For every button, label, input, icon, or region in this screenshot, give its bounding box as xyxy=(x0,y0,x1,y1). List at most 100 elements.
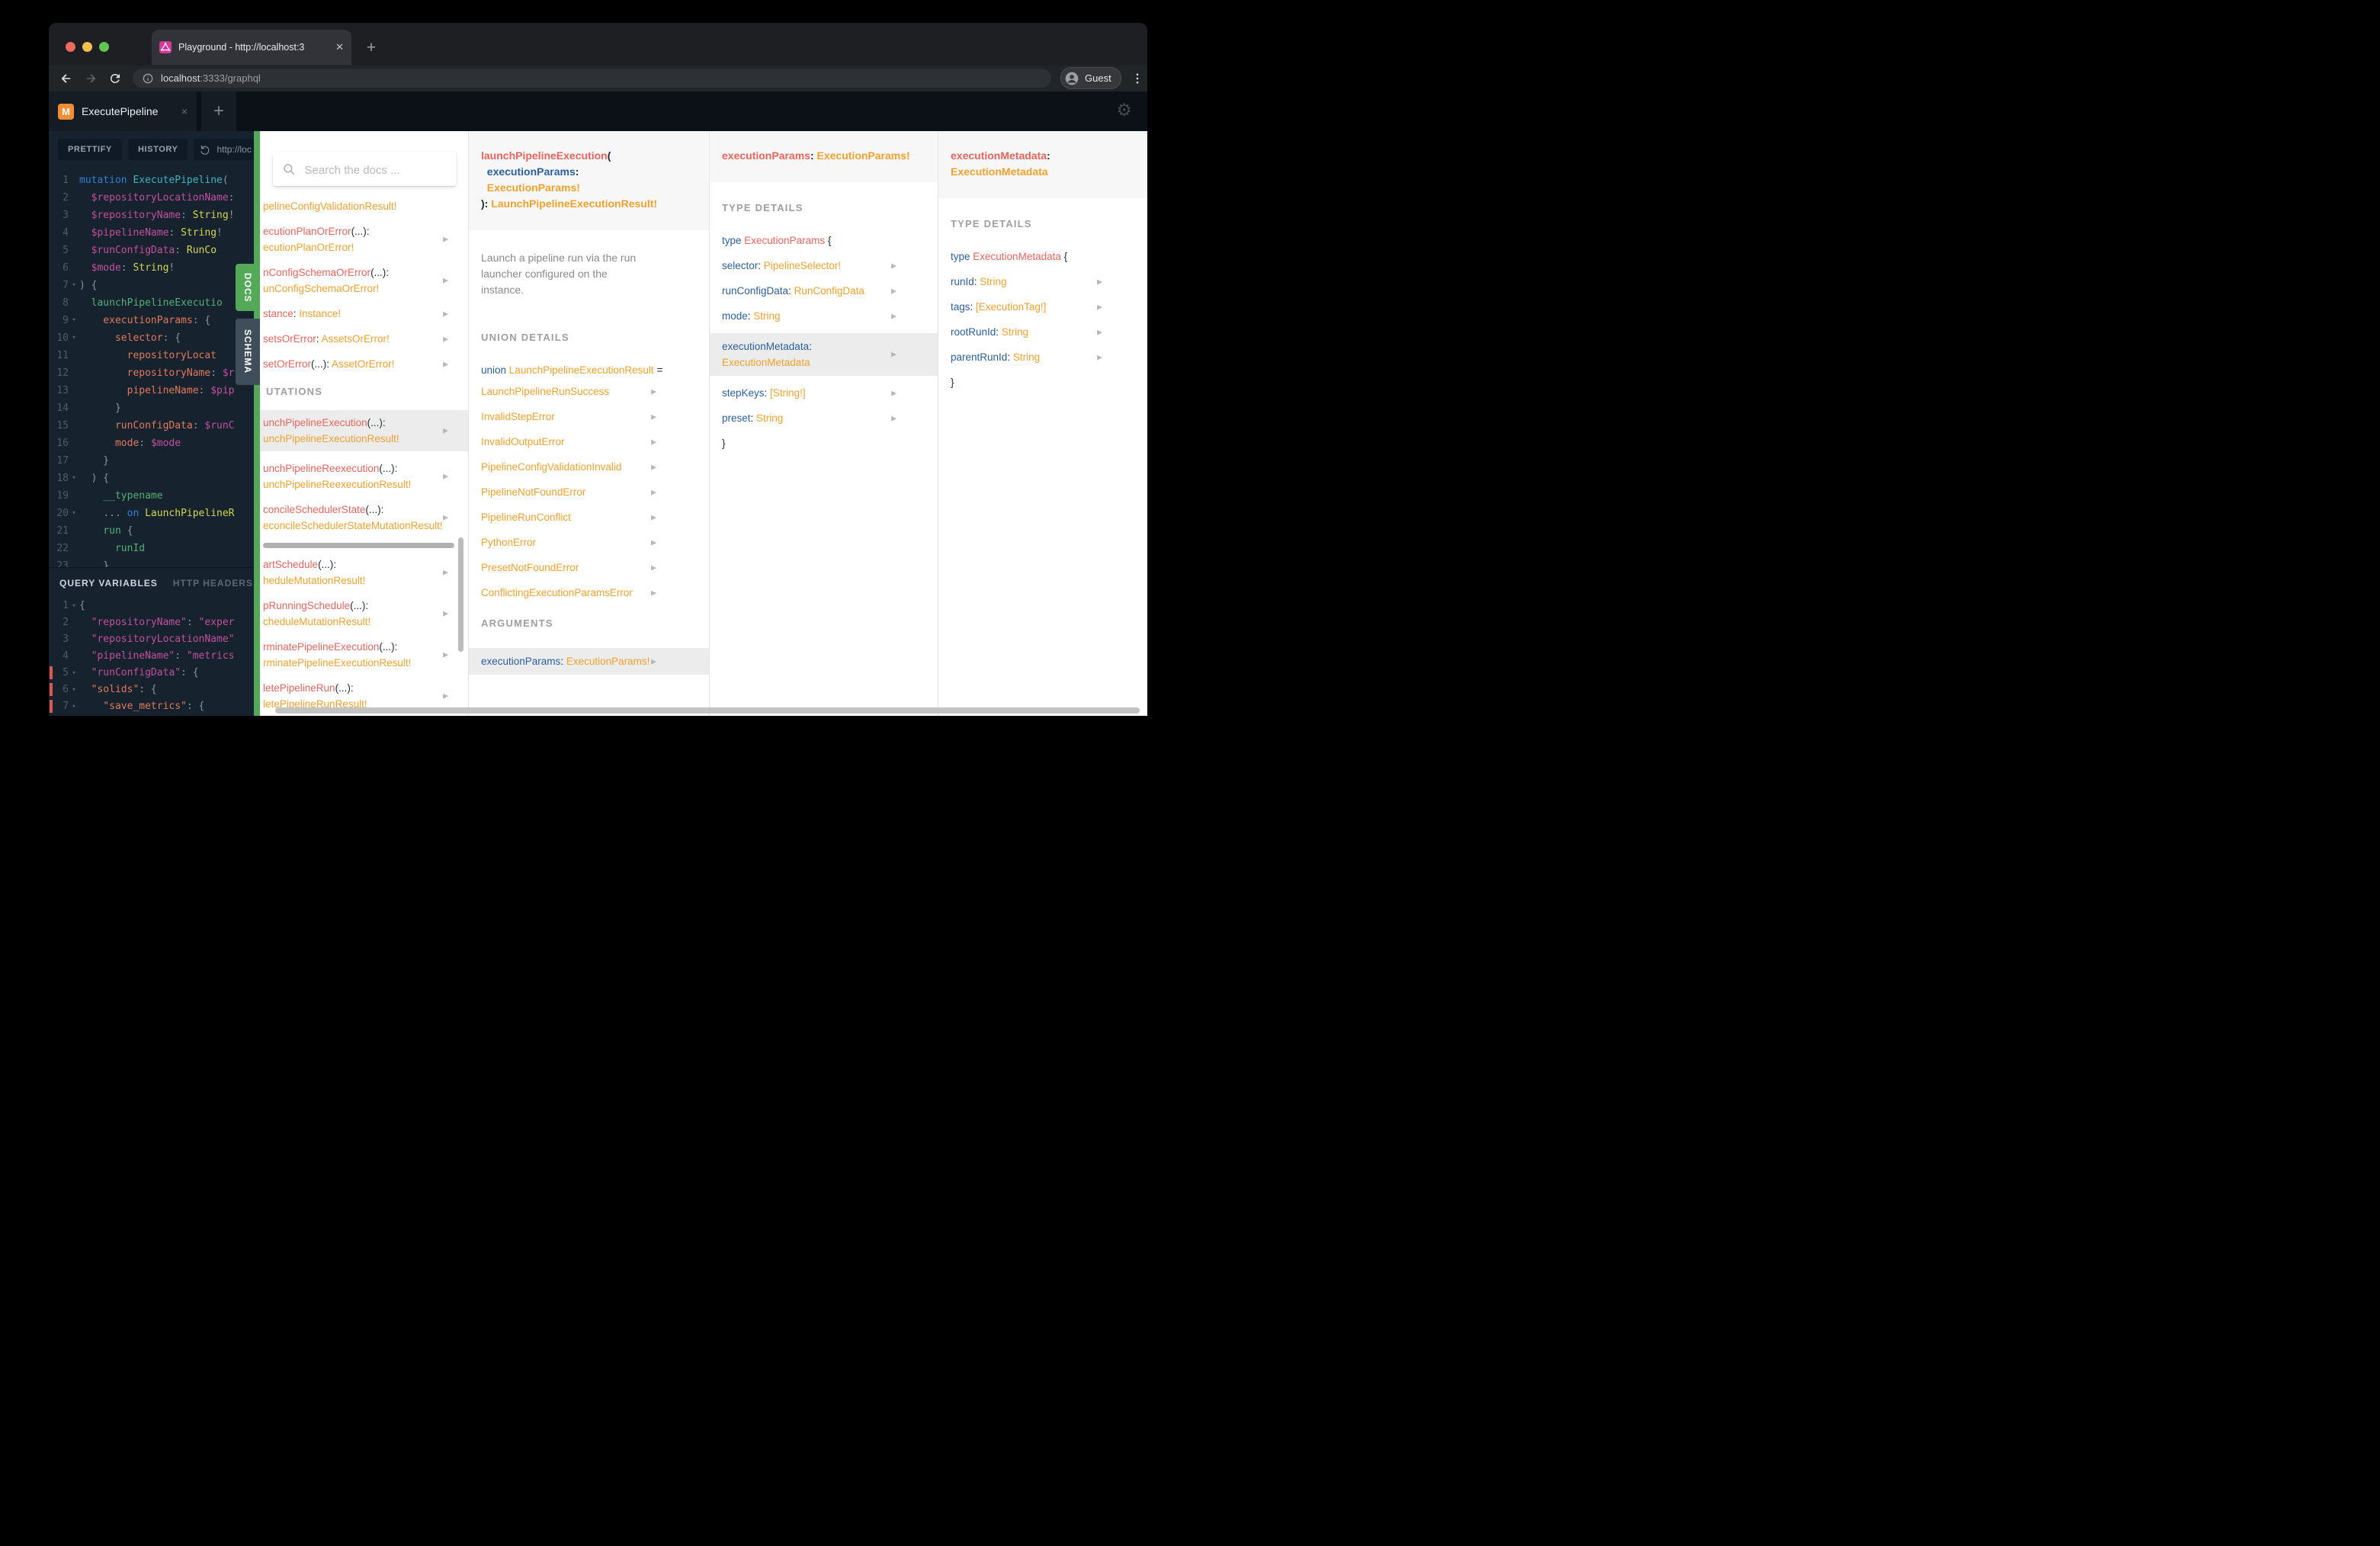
doc-item[interactable]: PresetNotFoundError ▶ xyxy=(469,560,710,576)
prettify-button[interactable]: PRETTIFY xyxy=(58,139,122,160)
expand-arrow-icon[interactable]: ▶ xyxy=(443,236,448,244)
doc-item[interactable]: ConflictingExecutionParamsError ▶ xyxy=(469,585,710,601)
schema-side-tab[interactable]: SCHEMA xyxy=(236,319,260,385)
expand-arrow-icon[interactable]: ▶ xyxy=(443,651,448,659)
code-line[interactable]: 9 ▾ executionParams: { xyxy=(49,312,254,329)
code-line[interactable]: 3 $repositoryName: String! xyxy=(49,207,254,224)
query-code[interactable]: 1 mutation ExecutePipeline(2 $repositoryL… xyxy=(49,172,254,575)
code-line[interactable]: 5 $runConfigData: RunCo xyxy=(49,242,254,259)
code-line[interactable]: 17 } xyxy=(49,452,254,470)
expand-arrow-icon[interactable]: ▶ xyxy=(443,277,448,285)
fold-arrow-icon[interactable]: ▾ xyxy=(69,470,79,487)
code-line[interactable]: 2 $repositoryLocationName: xyxy=(49,189,254,207)
fold-arrow-icon[interactable]: ▾ xyxy=(69,682,79,698)
expand-arrow-icon[interactable]: ▶ xyxy=(651,438,656,446)
doc-item[interactable]: stepKeys: [String!] ▶ xyxy=(710,385,938,401)
doc-item[interactable]: InvalidOutputError ▶ xyxy=(469,434,710,450)
doc-item[interactable]: pelineConfigValidationResult! xyxy=(263,198,468,214)
fold-arrow-icon[interactable]: ▾ xyxy=(69,312,79,329)
expand-arrow-icon[interactable]: ▶ xyxy=(651,538,656,547)
docs-search-input[interactable] xyxy=(303,152,451,188)
doc-item[interactable]: concileSchedulerState(...): econcileSched… xyxy=(263,502,468,534)
doc-item[interactable]: mode: String ▶ xyxy=(710,308,938,324)
doc-item[interactable]: rminatePipelineExecution(...): rminatePip… xyxy=(263,639,468,671)
doc-item[interactable]: executionParams: ExecutionParams! ▶ xyxy=(469,648,710,675)
close-window-button[interactable] xyxy=(66,42,75,52)
doc-item[interactable]: unchPipelineReexecution(...): unchPipelin… xyxy=(263,460,468,492)
expand-arrow-icon[interactable]: ▶ xyxy=(651,513,656,521)
code-line[interactable]: 14 } xyxy=(49,399,254,417)
code-line[interactable]: 5 ▾ "runConfigData": { xyxy=(49,665,254,682)
code-line[interactable]: 15 runConfigData: $runC xyxy=(49,417,254,435)
doc-item[interactable]: runId: String ▶ xyxy=(938,274,1147,290)
expand-arrow-icon[interactable]: ▶ xyxy=(651,488,656,496)
docs-side-tab[interactable]: DOCS xyxy=(236,264,260,311)
docs-search[interactable] xyxy=(272,152,456,188)
code-line[interactable]: 1 mutation ExecutePipeline( xyxy=(49,172,254,189)
doc-item[interactable]: executionMetadata: ExecutionMetadata ▶ xyxy=(710,333,938,376)
expand-arrow-icon[interactable]: ▶ xyxy=(891,414,897,422)
expand-arrow-icon[interactable]: ▶ xyxy=(891,389,897,397)
expand-arrow-icon[interactable]: ▶ xyxy=(443,569,448,577)
expand-arrow-icon[interactable]: ▶ xyxy=(1097,328,1102,336)
doc-item[interactable]: PipelineNotFoundError ▶ xyxy=(469,484,710,500)
doc-item[interactable]: rootRunId: String ▶ xyxy=(938,324,1147,340)
expand-arrow-icon[interactable]: ▶ xyxy=(891,312,897,320)
minimize-window-button[interactable] xyxy=(82,42,92,52)
code-line[interactable]: 16 mode: $mode xyxy=(49,435,254,452)
reload-icon[interactable] xyxy=(108,72,122,85)
playground-tab[interactable]: M ExecutePipeline × xyxy=(49,91,197,131)
code-line[interactable]: 2 "repositoryName": "exper xyxy=(49,614,254,631)
doc-item[interactable]: ecutionPlanOrError(...): ecutionPlanOrErr… xyxy=(263,223,468,255)
horizontal-scrollbar[interactable] xyxy=(263,543,454,548)
code-line[interactable]: 7 ▾) { xyxy=(49,277,254,294)
expand-arrow-icon[interactable]: ▶ xyxy=(651,589,656,597)
add-tab-button[interactable]: + xyxy=(201,91,236,131)
fold-arrow-icon[interactable]: ▾ xyxy=(69,698,79,715)
horizontal-scrollbar[interactable] xyxy=(275,707,1140,714)
expand-arrow-icon[interactable]: ▶ xyxy=(443,335,448,343)
doc-item[interactable]: stance: Instance! ▶ xyxy=(263,306,468,322)
tab-query-variables[interactable]: QUERY VARIABLES xyxy=(59,578,158,589)
expand-arrow-icon[interactable]: ▶ xyxy=(443,427,448,435)
doc-item[interactable]: LaunchPipelineRunSuccess ▶ xyxy=(469,383,710,399)
fold-arrow-icon[interactable]: ▾ xyxy=(69,277,79,294)
expand-arrow-icon[interactable]: ▶ xyxy=(651,563,656,572)
code-line[interactable]: 4 "pipelineName": "metrics xyxy=(49,648,254,665)
doc-item[interactable]: nConfigSchemaOrError(...): unConfigSchema… xyxy=(263,265,468,297)
new-tab-button[interactable]: + xyxy=(360,37,383,60)
expand-arrow-icon[interactable]: ▶ xyxy=(1097,303,1102,311)
expand-arrow-icon[interactable]: ▶ xyxy=(651,387,656,396)
doc-item[interactable]: parentRunId: String ▶ xyxy=(938,349,1147,365)
doc-item[interactable]: PipelineConfigValidationInvalid ▶ xyxy=(469,459,710,475)
tab-http-headers[interactable]: HTTP HEADERS xyxy=(173,578,253,589)
expand-arrow-icon[interactable]: ▶ xyxy=(443,610,448,618)
expand-arrow-icon[interactable]: ▶ xyxy=(651,412,656,421)
expand-arrow-icon[interactable]: ▶ xyxy=(443,360,448,368)
expand-arrow-icon[interactable]: ▶ xyxy=(891,287,897,295)
fold-arrow-icon[interactable]: ▾ xyxy=(69,665,79,682)
code-line[interactable]: 1 ▾{ xyxy=(49,598,254,614)
profile-button[interactable]: Guest xyxy=(1060,67,1121,89)
code-line[interactable]: 3 "repositoryLocationName" xyxy=(49,631,254,648)
expand-arrow-icon[interactable]: ▶ xyxy=(1097,353,1102,361)
doc-item[interactable]: PythonError ▶ xyxy=(469,534,710,550)
expand-arrow-icon[interactable]: ▶ xyxy=(1097,277,1102,286)
reload-schema-icon[interactable] xyxy=(200,144,211,156)
doc-item[interactable]: preset: String ▶ xyxy=(710,410,938,426)
expand-arrow-icon[interactable]: ▶ xyxy=(443,310,448,318)
code-line[interactable]: 12 repositoryName: $r xyxy=(49,364,254,382)
doc-item[interactable]: InvalidStepError ▶ xyxy=(469,409,710,425)
expand-arrow-icon[interactable]: ▶ xyxy=(651,657,656,666)
settings-gear-icon[interactable]: ⚙ xyxy=(1116,101,1132,120)
expand-arrow-icon[interactable]: ▶ xyxy=(891,351,897,359)
doc-item[interactable]: selector: PipelineSelector! ▶ xyxy=(710,258,938,274)
doc-item[interactable]: pRunningSchedule(...): cheduleMutationRes… xyxy=(263,598,468,630)
code-line[interactable]: 6 ▾ "solids": { xyxy=(49,682,254,698)
close-tab-icon[interactable]: ✕ xyxy=(335,41,344,53)
code-line[interactable]: 6 $mode: String! xyxy=(49,259,254,277)
expand-arrow-icon[interactable]: ▶ xyxy=(651,463,656,471)
endpoint-input[interactable]: http://loc xyxy=(194,139,254,160)
expand-arrow-icon[interactable]: ▶ xyxy=(443,514,448,522)
code-line[interactable]: 22 runId xyxy=(49,540,254,557)
